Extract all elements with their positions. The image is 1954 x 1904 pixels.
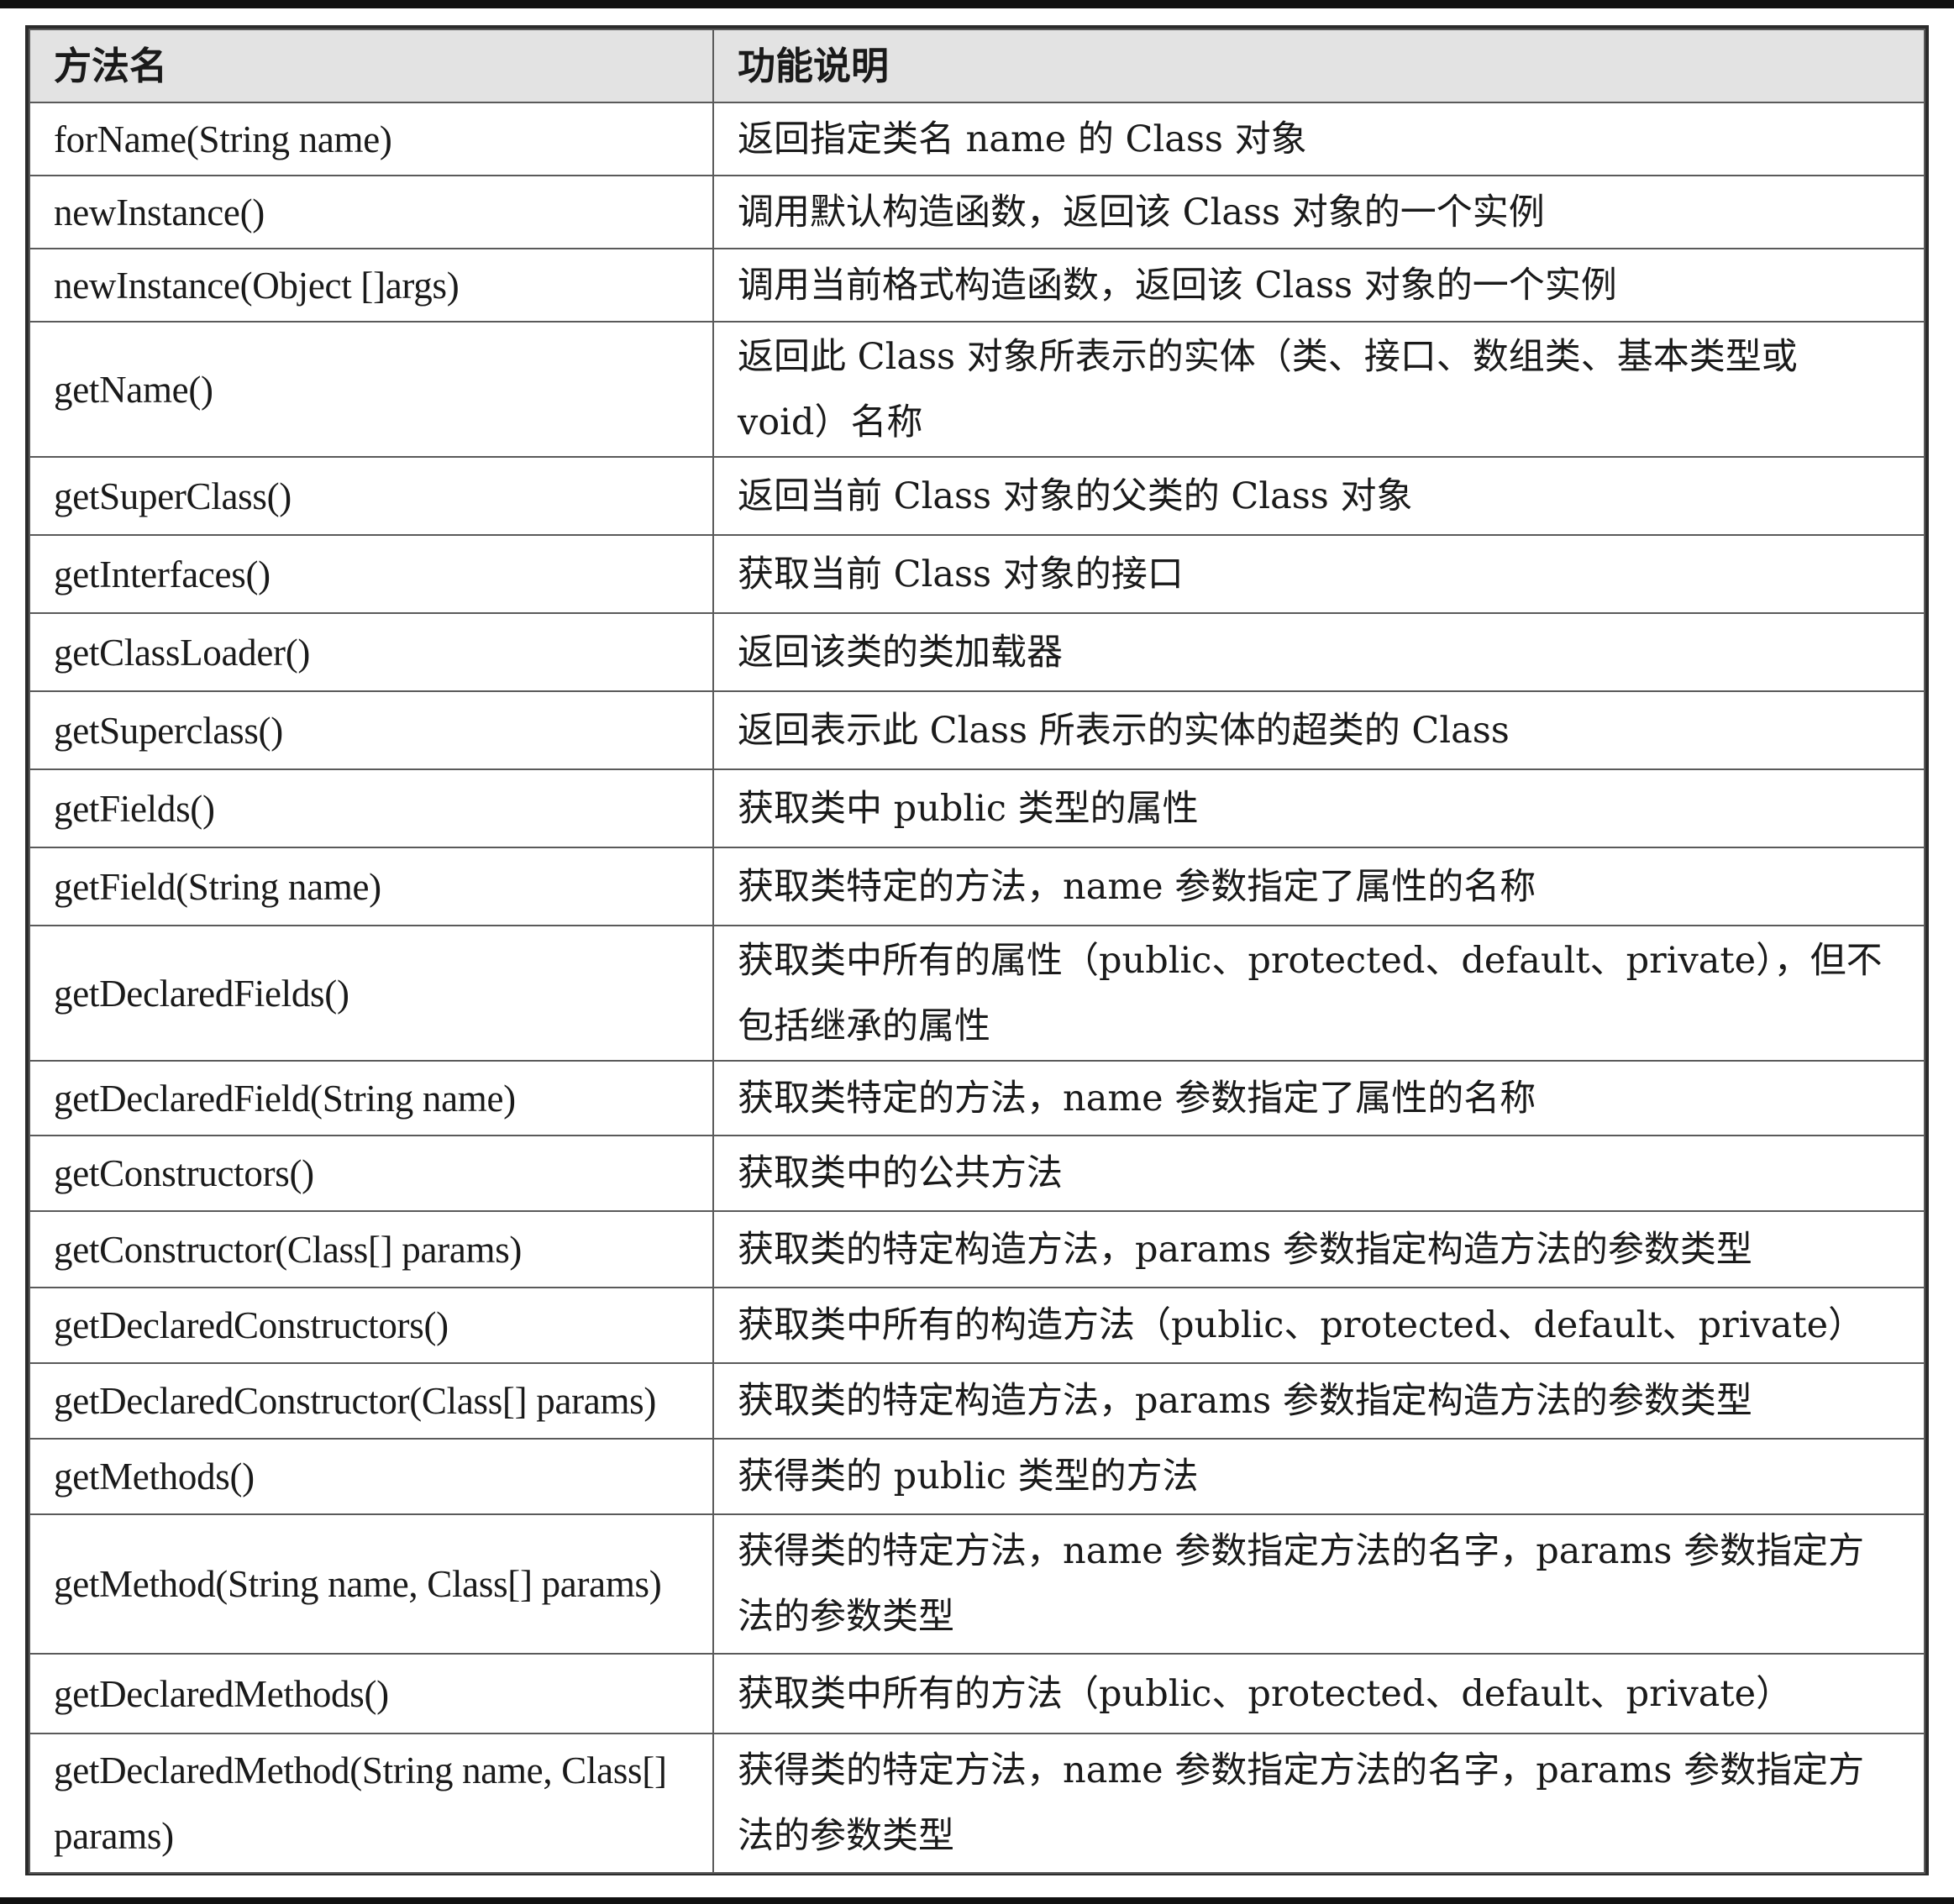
description-cell: 返回该类的类加载器 <box>712 612 1925 692</box>
header-description: 功能说明 <box>712 29 1925 103</box>
method-cell: newInstance(Object []args) <box>29 248 714 323</box>
bottom-border <box>0 1897 1954 1904</box>
header-method-name: 方法名 <box>29 29 714 103</box>
table-row: getDeclaredField(String name) 获取类特定的方法，n… <box>29 1060 1925 1136</box>
method-cell: getSuperclass() <box>29 690 714 770</box>
description-cell: 获取类的特定构造方法，params 参数指定构造方法的参数类型 <box>712 1362 1925 1440</box>
description-cell: 返回当前 Class 对象的父类的 Class 对象 <box>712 456 1925 536</box>
table-row: getInterfaces() 获取当前 Class 对象的接口 <box>29 534 1925 614</box>
description-cell: 获得类的特定方法，name 参数指定方法的名字，params 参数指定方法的参数… <box>712 1733 1925 1874</box>
description-cell: 获取类特定的方法，name 参数指定了属性的名称 <box>712 847 1925 926</box>
table-row: getField(String name) 获取类特定的方法，name 参数指定… <box>29 847 1925 926</box>
method-cell: getDeclaredConstructors() <box>29 1287 714 1364</box>
table-row: getDeclaredConstructors() 获取类中所有的构造方法（pu… <box>29 1287 1925 1364</box>
description-cell: 获取当前 Class 对象的接口 <box>712 534 1925 614</box>
description-cell: 获取类特定的方法，name 参数指定了属性的名称 <box>712 1060 1925 1136</box>
table-row: getDeclaredMethod(String name, Class[] p… <box>29 1733 1925 1874</box>
top-border <box>0 0 1954 8</box>
description-cell: 调用当前格式构造函数，返回该 Class 对象的一个实例 <box>712 248 1925 323</box>
method-cell: getDeclaredMethods() <box>29 1653 714 1734</box>
table-row: getDeclaredFields() 获取类中所有的属性（public、pro… <box>29 925 1925 1062</box>
method-cell: getName() <box>29 321 714 458</box>
description-cell: 返回此 Class 对象所表示的实体（类、接口、数组类、基本类型或 void）名… <box>712 321 1925 458</box>
method-cell: getMethod(String name, Class[] params) <box>29 1513 714 1655</box>
table-row: getConstructors() 获取类中的公共方法 <box>29 1135 1925 1212</box>
method-cell: getMethods() <box>29 1438 714 1515</box>
method-cell: getInterfaces() <box>29 534 714 614</box>
description-cell: 获取类的特定构造方法，params 参数指定构造方法的参数类型 <box>712 1210 1925 1288</box>
description-cell: 获取类中所有的构造方法（public、protected、default、pri… <box>712 1287 1925 1364</box>
table-row: newInstance(Object []args) 调用当前格式构造函数，返回… <box>29 248 1925 323</box>
method-cell: getFields() <box>29 768 714 848</box>
description-cell: 返回指定类名 name 的 Class 对象 <box>712 102 1925 176</box>
table-row: getSuperclass() 返回表示此 Class 所表示的实体的超类的 C… <box>29 690 1925 770</box>
table-row: getClassLoader() 返回该类的类加载器 <box>29 612 1925 692</box>
table-row: getConstructor(Class[] params) 获取类的特定构造方… <box>29 1210 1925 1288</box>
description-cell: 获得类的特定方法，name 参数指定方法的名字，params 参数指定方法的参数… <box>712 1513 1925 1655</box>
method-cell: getDeclaredField(String name) <box>29 1060 714 1136</box>
description-cell: 返回表示此 Class 所表示的实体的超类的 Class <box>712 690 1925 770</box>
reflection-methods-table: 方法名 功能说明 forName(String name) 返回指定类名 nam… <box>25 25 1929 1875</box>
method-cell: getConstructors() <box>29 1135 714 1212</box>
table-row: newInstance() 调用默认构造函数，返回该 Class 对象的一个实例 <box>29 175 1925 249</box>
description-cell: 获取类中 public 类型的属性 <box>712 768 1925 848</box>
description-cell: 获得类的 public 类型的方法 <box>712 1438 1925 1515</box>
method-cell: getDeclaredMethod(String name, Class[] p… <box>29 1733 714 1874</box>
table-row: getDeclaredConstructor(Class[] params) 获… <box>29 1362 1925 1440</box>
method-cell: getClassLoader() <box>29 612 714 692</box>
method-cell: getField(String name) <box>29 847 714 926</box>
method-cell: forName(String name) <box>29 102 714 176</box>
table-row: getDeclaredMethods() 获取类中所有的方法（public、pr… <box>29 1653 1925 1734</box>
table-header-row: 方法名 功能说明 <box>29 29 1925 103</box>
description-cell: 获取类中的公共方法 <box>712 1135 1925 1212</box>
method-cell: getSuperClass() <box>29 456 714 536</box>
method-cell: newInstance() <box>29 175 714 249</box>
table-row: getName() 返回此 Class 对象所表示的实体（类、接口、数组类、基本… <box>29 321 1925 458</box>
method-cell: getDeclaredFields() <box>29 925 714 1062</box>
table-row: getMethod(String name, Class[] params) 获… <box>29 1513 1925 1655</box>
table-row: getFields() 获取类中 public 类型的属性 <box>29 768 1925 848</box>
table-row: getSuperClass() 返回当前 Class 对象的父类的 Class … <box>29 456 1925 536</box>
description-cell: 调用默认构造函数，返回该 Class 对象的一个实例 <box>712 175 1925 249</box>
description-cell: 获取类中所有的方法（public、protected、default、priva… <box>712 1653 1925 1734</box>
table-row: getMethods() 获得类的 public 类型的方法 <box>29 1438 1925 1515</box>
table-row: forName(String name) 返回指定类名 name 的 Class… <box>29 102 1925 176</box>
description-cell: 获取类中所有的属性（public、protected、default、priva… <box>712 925 1925 1062</box>
method-cell: getConstructor(Class[] params) <box>29 1210 714 1288</box>
method-cell: getDeclaredConstructor(Class[] params) <box>29 1362 714 1440</box>
